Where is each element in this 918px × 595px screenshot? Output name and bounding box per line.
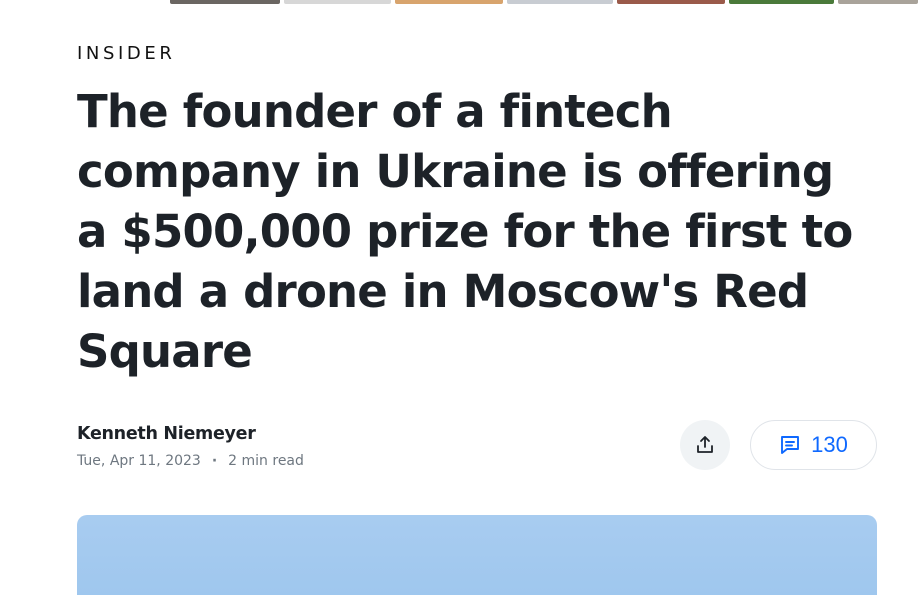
thumbnail[interactable]	[507, 0, 613, 4]
related-thumbnails-strip	[170, 0, 918, 5]
share-button[interactable]	[680, 420, 730, 470]
article-meta: Tue, Apr 11, 2023 · 2 min read	[77, 453, 304, 469]
article-headline: The founder of a fintech company in Ukra…	[77, 85, 853, 378]
read-time: 2 min read	[228, 453, 304, 469]
thumbnail[interactable]	[728, 0, 835, 4]
thumbnail[interactable]	[283, 0, 392, 4]
publish-date: Tue, Apr 11, 2023	[77, 453, 201, 469]
meta-separator: ·	[211, 453, 218, 469]
thumbnail[interactable]	[838, 0, 918, 4]
thumbnail[interactable]	[616, 0, 725, 4]
byline: Kenneth Niemeyer Tue, Apr 11, 2023 · 2 m…	[77, 424, 304, 469]
comment-count: 130	[811, 432, 848, 457]
publisher-logo[interactable]: INSIDER	[77, 43, 175, 64]
share-icon	[697, 436, 713, 453]
comments-button[interactable]: 130	[750, 420, 877, 470]
author-name[interactable]: Kenneth Niemeyer	[77, 424, 304, 444]
comment-icon	[781, 436, 800, 454]
thumbnail[interactable]	[170, 0, 280, 4]
thumbnail[interactable]	[395, 0, 504, 4]
hero-image[interactable]	[77, 515, 877, 595]
